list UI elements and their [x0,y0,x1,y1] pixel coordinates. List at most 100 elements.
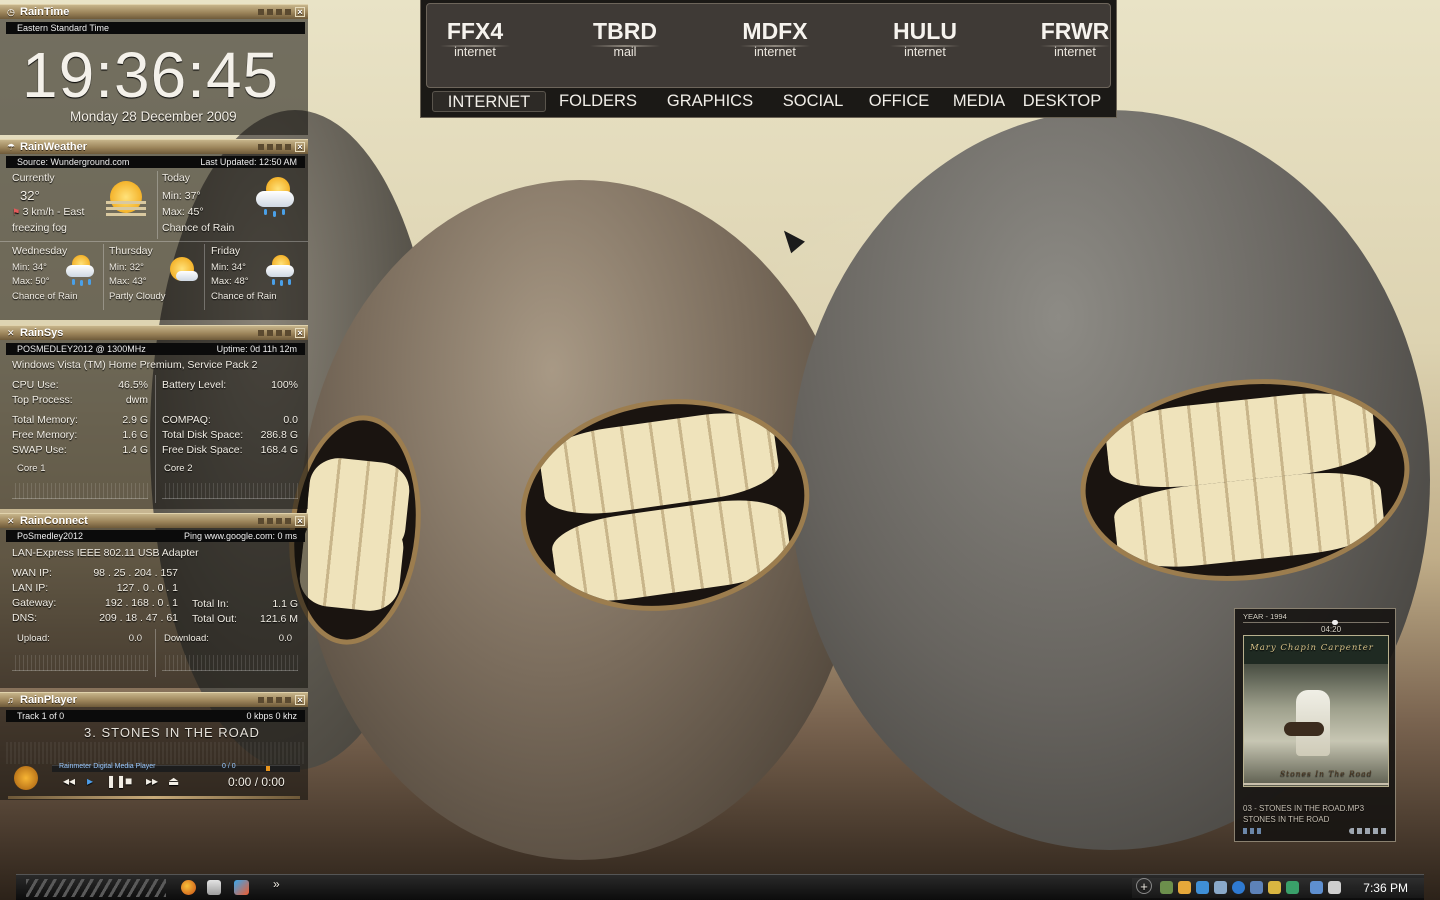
drag-handle-icon[interactable] [258,518,292,524]
eject-icon[interactable]: ⏏ [168,774,179,788]
umbrella-icon: ☂ [7,142,16,152]
app-kind: internet [1054,45,1096,59]
tray-drop-icon[interactable] [1214,881,1227,894]
free-disk-label: Free Disk Space: [162,444,243,456]
app-frwr[interactable]: FRWR internet [1015,18,1135,59]
cpu-value: 46.5% [118,379,148,391]
close-icon[interactable]: × [295,695,305,705]
rainconnect-titlebar[interactable]: ✕ RainConnect × [0,513,308,528]
rainplayer-titlebar[interactable]: ♫ RainPlayer × [0,692,308,707]
forecast-condition: Chance of Rain [12,291,78,302]
playlist-dots[interactable] [1243,828,1263,834]
drag-handle-icon[interactable] [258,697,292,703]
upload-label: Upload: [17,633,50,644]
today-label: Today [162,172,191,184]
app-ffx4[interactable]: FFX4 internet [415,18,535,59]
player-progress-label: 0 / 0 [222,763,236,770]
track-index: Track 1 of 0 [17,711,65,721]
taskbar-clock[interactable]: 7:36 PM [1363,881,1408,895]
tray-network-icon[interactable] [1160,881,1173,894]
player-track-bar[interactable]: Rainmeter Digital Media Player 0 / 0 [52,763,300,772]
firefox-icon[interactable] [181,880,196,895]
core1-label: Core 1 [17,463,46,474]
drag-handle-icon[interactable] [258,9,292,15]
close-icon[interactable]: × [295,328,305,338]
drag-handle-icon[interactable] [258,144,292,150]
download-value: 0.0 [278,633,292,644]
clock-date: Monday 28 December 2009 [70,109,237,124]
current-condition: freezing fog [12,222,67,234]
tab-office[interactable]: OFFICE [864,91,934,112]
tab-internet[interactable]: INTERNET [432,91,546,112]
graphics-icon[interactable] [234,880,249,895]
swap-label: SWAP Use: [12,444,67,456]
app-mdfx[interactable]: MDFX internet [715,18,835,59]
swap-value: 1.4 G [122,444,148,456]
now-playing-widget[interactable]: YEAR - 1994 04:20 Mary Chapin Carpenter … [1234,608,1396,842]
start-logo[interactable] [26,879,166,897]
cover-title: Stones In The Road [1280,769,1373,778]
app-kind: mail [613,45,637,59]
tray-volume-icon[interactable] [1328,881,1341,894]
forecast-max: Max: 48° [211,276,249,287]
progress-bar[interactable] [1243,783,1389,785]
raintime-titlebar[interactable]: ◷ RainTime × [0,4,308,19]
previous-icon[interactable]: ◂◂ [63,774,75,788]
stop-icon[interactable]: ■ [125,774,132,788]
weather-source: Source: Wunderground.com [17,157,130,167]
rainweather-title: RainWeather [20,141,88,153]
tab-media[interactable]: MEDIA [947,91,1011,112]
app-hulu[interactable]: HULU internet [865,18,985,59]
player-bottom-rule [8,796,300,799]
tab-social[interactable]: SOCIAL [776,91,850,112]
tray-monitor-icon[interactable] [1310,881,1323,894]
progress-knob[interactable] [266,766,270,771]
taskbar: » + 7:36 PM [16,874,1424,900]
more-apps-button[interactable]: » [273,877,280,891]
total-out-value: 121.6 M [260,613,298,625]
play-icon[interactable]: ▸ [87,774,93,788]
rating-dots[interactable] [1349,828,1389,834]
cpu-label: CPU Use: [12,379,59,391]
dns-value: 209 . 18 . 47 . 61 [99,612,178,624]
track-position: 04:20 [1321,625,1342,634]
tab-folders[interactable]: FOLDERS [556,91,640,112]
tray-flag-icon[interactable] [1268,881,1281,894]
tab-graphics[interactable]: GRAPHICS [662,91,758,112]
current-temp: 32° [20,188,40,203]
forecast-day-name: Thursday [109,245,153,257]
add-icon[interactable]: + [1136,878,1152,894]
clock-icon: ◷ [7,7,15,17]
tray-shield-icon[interactable] [1250,881,1263,894]
tab-desktop[interactable]: DESKTOP [1021,91,1103,112]
app-code: FFX4 [446,18,504,44]
app-code: TBRD [593,18,657,44]
close-icon[interactable]: × [295,142,305,152]
tray-globe-icon[interactable] [1232,881,1245,894]
bitrate: 0 kbps 0 khz [246,711,297,721]
rainsys-titlebar[interactable]: ✕ RainSys × [0,325,308,340]
host-bar: POSMEDLEY2012 @ 1300MHz Uptime: 0d 11h 1… [6,343,305,355]
close-icon[interactable]: × [295,7,305,17]
partly-cloudy-icon [166,255,200,289]
fog-sun-icon [104,177,148,221]
next-icon[interactable]: ▸▸ [146,774,158,788]
tray-security-icon[interactable] [1286,881,1299,894]
total-in-value: 1.1 G [272,598,298,610]
sys-host: POSMEDLEY2012 @ 1300MHz [17,344,146,354]
rain-cloud-icon [264,255,298,289]
tray-lightning-icon[interactable] [1178,881,1191,894]
forecast-divider [103,244,104,310]
drag-handle-icon[interactable] [258,330,292,336]
close-icon[interactable]: × [295,516,305,526]
app-tbrd[interactable]: TBRD mail [565,18,685,59]
app-kind: internet [754,45,796,59]
album-cover: Mary Chapin Carpenter Stones In The Road [1243,635,1389,787]
core2-label: Core 2 [164,463,193,474]
year-rule [1243,622,1389,623]
pause-icon[interactable]: ❚❚ [106,774,126,788]
rainweather-titlebar[interactable]: ☂ RainWeather × [0,139,308,154]
tray-sync-icon[interactable] [1196,881,1209,894]
document-icon[interactable] [207,880,221,895]
today-max: Max: 45° [162,206,204,218]
